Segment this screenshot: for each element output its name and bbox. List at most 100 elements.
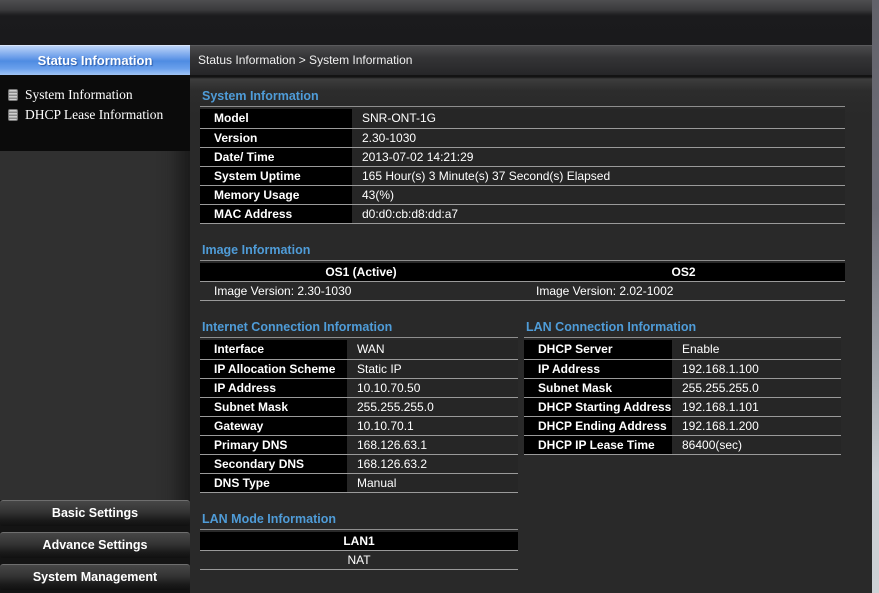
row-value: 192.168.1.101: [672, 397, 841, 416]
row-label: IP Address: [524, 359, 672, 378]
table-row: IP Allocation Scheme Static IP: [200, 359, 518, 378]
image-information-table: OS1 (Active) OS2 Image Version: 2.30-103…: [200, 263, 845, 302]
row-value: 255.255.255.0: [347, 397, 518, 416]
table-row: Primary DNS 168.126.63.1: [200, 435, 518, 454]
row-label: Gateway: [200, 416, 347, 435]
row-value: 168.126.63.1: [347, 435, 518, 454]
row-label: Subnet Mask: [200, 397, 347, 416]
row-value: Manual: [347, 473, 518, 492]
section-title-lan-connection: LAN Connection Information: [524, 319, 841, 338]
section-title-internet-connection: Internet Connection Information: [200, 319, 518, 338]
column-header-lan1: LAN1: [200, 532, 518, 551]
os2-image-version: Image Version: 2.02-1002: [522, 282, 845, 301]
row-value: 10.10.70.1: [347, 416, 518, 435]
row-label: IP Allocation Scheme: [200, 359, 347, 378]
table-header-row: OS1 (Active) OS2: [200, 263, 845, 282]
system-information-section: System Information Model SNR-ONT-1G Vers…: [200, 88, 872, 224]
table-row: Model SNR-ONT-1G: [200, 109, 845, 128]
row-label: Model: [200, 109, 352, 128]
table-row: Subnet Mask 255.255.255.0: [524, 378, 841, 397]
sidebar: Status Information System Information DH…: [0, 45, 190, 593]
row-value: 192.168.1.200: [672, 416, 841, 435]
table-row: IP Address 10.10.70.50: [200, 378, 518, 397]
row-label: DNS Type: [200, 473, 347, 492]
table-row: System Uptime 165 Hour(s) 3 Minute(s) 37…: [200, 166, 845, 185]
table-row: Interface WAN: [200, 340, 518, 359]
table-row: DNS Type Manual: [200, 473, 518, 492]
sidebar-item-dhcp-lease-information[interactable]: DHCP Lease Information: [4, 105, 190, 125]
row-label: DHCP IP Lease Time: [524, 435, 672, 454]
row-value: SNR-ONT-1G: [352, 109, 845, 128]
row-label: IP Address: [200, 378, 347, 397]
table-row: DHCP Server Enable: [524, 340, 841, 359]
section-title-image-information: Image Information: [200, 242, 845, 261]
table-row: MAC Address d0:d0:cb:d8:dd:a7: [200, 204, 845, 223]
lan-mode-section: LAN Mode Information LAN1 NAT: [200, 511, 872, 571]
sidebar-item-label: System Information: [25, 87, 133, 103]
table-row: Secondary DNS 168.126.63.2: [200, 454, 518, 473]
table-header-row: LAN1: [200, 532, 518, 551]
internet-connection-table: Interface WAN IP Allocation Scheme Stati…: [200, 340, 518, 493]
row-value: 255.255.255.0: [672, 378, 841, 397]
basic-settings-button[interactable]: Basic Settings: [0, 500, 190, 526]
table-row: Version 2.30-1030: [200, 128, 845, 147]
table-row: Gateway 10.10.70.1: [200, 416, 518, 435]
row-value: 2.30-1030: [352, 128, 845, 147]
row-label: DHCP Ending Address: [524, 416, 672, 435]
row-label: Date/ Time: [200, 147, 352, 166]
row-value: WAN: [347, 340, 518, 359]
sidebar-item-system-information[interactable]: System Information: [4, 85, 190, 105]
table-row: Subnet Mask 255.255.255.0: [200, 397, 518, 416]
table-row: DHCP IP Lease Time 86400(sec): [524, 435, 841, 454]
row-value: 86400(sec): [672, 435, 841, 454]
os1-image-version: Image Version: 2.30-1030: [200, 282, 522, 301]
row-label: MAC Address: [200, 204, 352, 223]
image-information-section: Image Information OS1 (Active) OS2 Image…: [200, 242, 872, 302]
row-value: 192.168.1.100: [672, 359, 841, 378]
main-content: System Information Model SNR-ONT-1G Vers…: [190, 75, 872, 593]
row-value: Static IP: [347, 359, 518, 378]
breadcrumb: Status Information > System Information: [190, 45, 872, 75]
row-value: d0:d0:cb:d8:dd:a7: [352, 204, 845, 223]
column-header-os2: OS2: [522, 263, 845, 282]
system-management-button[interactable]: System Management: [0, 564, 190, 590]
row-label: DHCP Server: [524, 340, 672, 359]
row-value: 10.10.70.50: [347, 378, 518, 397]
sidebar-menu-panel: System Information DHCP Lease Informatio…: [0, 75, 190, 151]
lan-mode-table: LAN1 NAT: [200, 532, 518, 571]
sidebar-bottom-buttons: Basic Settings Advance Settings System M…: [0, 500, 190, 593]
section-title-lan-mode: LAN Mode Information: [200, 511, 518, 530]
table-row: IP Address 192.168.1.100: [524, 359, 841, 378]
table-row: DHCP Starting Address 192.168.1.101: [524, 397, 841, 416]
sidebar-item-label: DHCP Lease Information: [25, 107, 163, 123]
row-label: Secondary DNS: [200, 454, 347, 473]
lan-connection-table: DHCP Server Enable IP Address 192.168.1.…: [524, 340, 841, 455]
table-row: Date/ Time 2013-07-02 14:21:29: [200, 147, 845, 166]
table-row: DHCP Ending Address 192.168.1.200: [524, 416, 841, 435]
list-icon: [8, 109, 18, 121]
column-header-os1: OS1 (Active): [200, 263, 522, 282]
row-value: 2013-07-02 14:21:29: [352, 147, 845, 166]
row-value: Enable: [672, 340, 841, 359]
lan-mode-value: NAT: [200, 551, 518, 570]
row-label: Version: [200, 128, 352, 147]
lan-connection-section: LAN Connection Information DHCP Server E…: [524, 319, 841, 455]
table-row: Image Version: 2.30-1030 Image Version: …: [200, 282, 845, 301]
system-information-table: Model SNR-ONT-1G Version 2.30-1030 Date/…: [200, 109, 845, 224]
section-title-system-information: System Information: [200, 88, 845, 107]
internet-connection-section: Internet Connection Information Interfac…: [200, 319, 518, 493]
advance-settings-button[interactable]: Advance Settings: [0, 532, 190, 558]
row-value: 43(%): [352, 185, 845, 204]
sidebar-section-status-information[interactable]: Status Information: [0, 45, 190, 75]
row-label: Memory Usage: [200, 185, 352, 204]
row-value: 168.126.63.2: [347, 454, 518, 473]
row-label: Primary DNS: [200, 435, 347, 454]
table-row: NAT: [200, 551, 518, 570]
right-edge-strip: [872, 0, 879, 593]
row-label: System Uptime: [200, 166, 352, 185]
row-label: DHCP Starting Address: [524, 397, 672, 416]
top-banner: [0, 0, 879, 45]
list-icon: [8, 89, 18, 101]
row-value: 165 Hour(s) 3 Minute(s) 37 Second(s) Ela…: [352, 166, 845, 185]
table-row: Memory Usage 43(%): [200, 185, 845, 204]
